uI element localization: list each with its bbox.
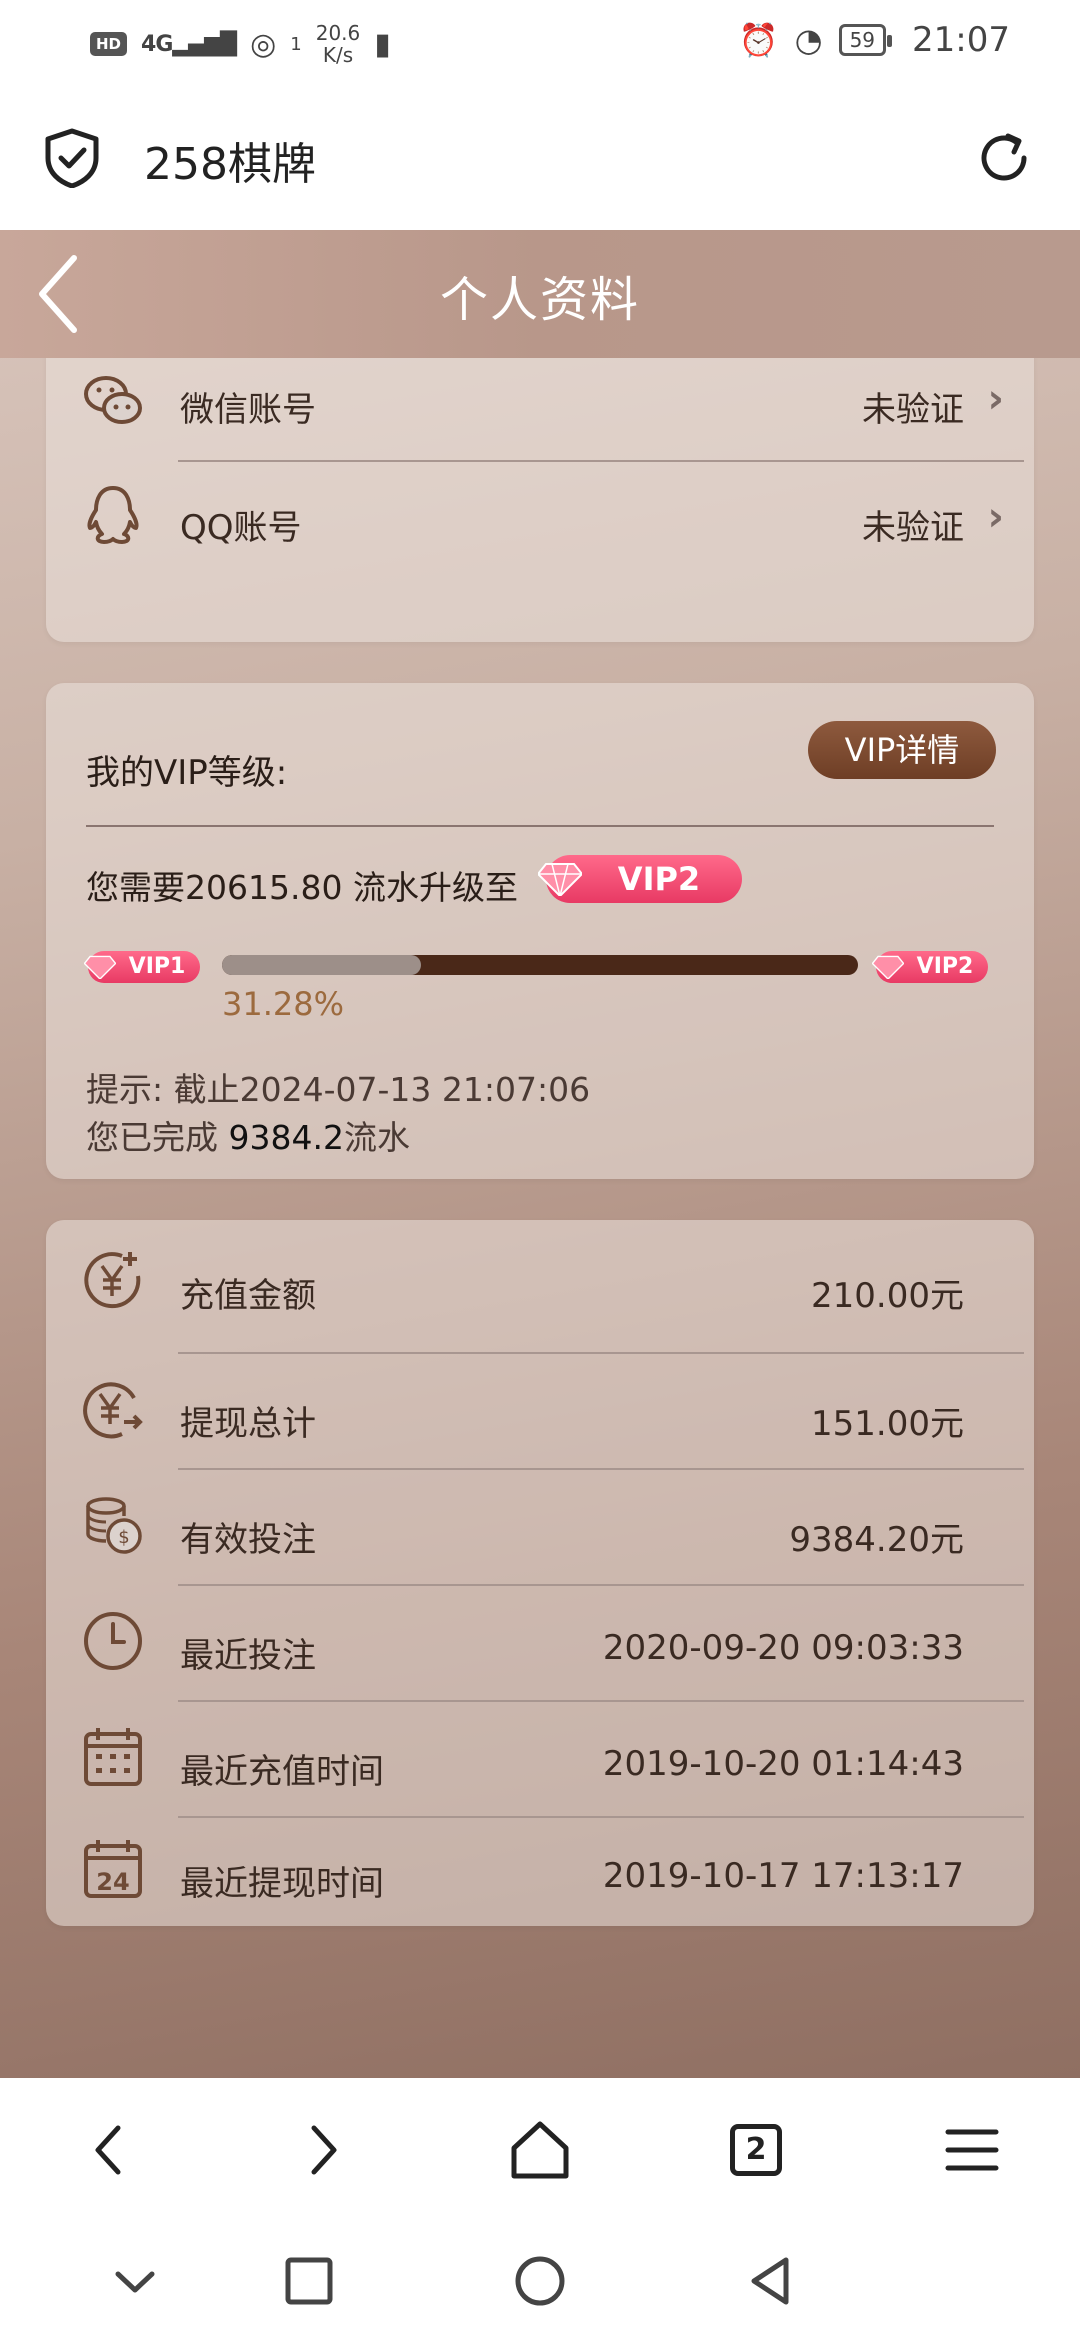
wechat-status: 未验证 [862, 390, 964, 430]
app-content: 个人资料 微信账号 未验证 › QQ账号 未验证 › 我的VIP等级: VIP详… [0, 230, 1080, 2078]
menu-icon[interactable] [932, 2110, 1012, 2190]
wechat-row[interactable]: 微信账号 未验证 › [46, 344, 1034, 460]
stat-row-valid-bet: $ 有效投注 9384.20元 [46, 1470, 1034, 1586]
gem-icon [872, 955, 904, 979]
stat-value: 2019-10-17 17:13:17 [602, 1856, 964, 1896]
hd-icon: HD [90, 32, 128, 56]
vip-need-text: 您需要20615.80 流水升级至 [86, 868, 518, 907]
vip-progress-percent: 31.28% [222, 985, 345, 1023]
shield-icon[interactable] [44, 128, 100, 188]
tip-suffix: 流水 [343, 1118, 410, 1157]
vip-detail-button[interactable]: VIP详情 [808, 721, 996, 779]
stat-label: 最近提现时间 [180, 1864, 384, 1904]
tab-count: 2 [745, 2132, 767, 2167]
vip-progress-bar [222, 955, 858, 975]
svg-text:$: $ [118, 1527, 129, 1548]
gem-icon [538, 863, 582, 896]
battery-level: 59 [849, 28, 876, 52]
browser-nav-bar: 2 [0, 2078, 1080, 2222]
tip-amount: 9384.2 [228, 1118, 344, 1157]
coins-icon: $ [86, 1497, 142, 1554]
signal-icon: 4G▂▄▆█ [141, 31, 237, 57]
net-speed-unit: K/s [322, 43, 354, 67]
app-header: 个人资料 [0, 230, 1080, 358]
calendar-icon [84, 1728, 142, 1786]
stat-label: 有效投注 [180, 1520, 316, 1560]
forward-icon[interactable] [284, 2110, 364, 2190]
sim-indicator: 1 [290, 33, 302, 55]
yuan-withdraw-icon [83, 1382, 143, 1439]
vip-tip-completed: 您已完成 9384.2流水 [86, 1111, 410, 1159]
vip-progress-fill [222, 955, 421, 975]
vip-current-badge: VIP1 [84, 951, 200, 983]
alarm-icon: ⏰ [738, 21, 779, 59]
back-triangle-icon[interactable] [736, 2246, 806, 2316]
vip-divider [86, 825, 994, 827]
stat-label: 最近投注 [180, 1636, 316, 1676]
chevron-right-icon: › [987, 376, 1004, 422]
net-speed-value: 20.6 [315, 21, 361, 45]
stat-label: 最近充值时间 [180, 1752, 384, 1792]
refresh-icon[interactable] [972, 126, 1036, 190]
network-type: 4G [141, 31, 173, 57]
hotspot-icon: ◎ [250, 26, 277, 62]
stat-value: 210.00元 [811, 1276, 964, 1316]
wechat-label: 微信账号 [180, 390, 316, 430]
vip-target-badge-text: VIP2 [617, 860, 701, 898]
stat-row-recharge: 充值金额 210.00元 [46, 1220, 1034, 1336]
status-left: HD 4G▂▄▆█ ◎ 1 20.6 K/s ▮ [90, 22, 391, 66]
net-speed: 20.6 K/s [316, 22, 361, 66]
system-nav-bar [0, 2222, 1080, 2340]
clock-icon [84, 1612, 142, 1670]
battery-icon: 59 [838, 24, 893, 56]
tabs-button[interactable]: 2 [716, 2110, 796, 2190]
stat-row-last-withdraw: 24 最近提现时间 2019-10-17 17:13:17 [46, 1818, 1034, 1926]
vip-next-badge-text: VIP2 [916, 954, 974, 979]
status-right: ⏰ ◔ 59 21:07 [739, 20, 1010, 60]
home-icon[interactable] [500, 2110, 580, 2190]
vip-tip-deadline: 提示: 截止2024-07-13 21:07:06 [86, 1070, 591, 1109]
vip-target-badge: VIP2 [538, 855, 742, 903]
calendar-24-icon: 24 [84, 1840, 142, 1898]
stat-row-last-bet: 最近投注 2020-09-20 09:03:33 [46, 1586, 1034, 1702]
chevron-right-icon: › [987, 494, 1004, 540]
browser-bar: 258棋牌 [0, 90, 1080, 230]
alert-icon: ▮ [374, 26, 391, 62]
home-circle-icon[interactable] [505, 2246, 575, 2316]
status-bar: HD 4G▂▄▆█ ◎ 1 20.6 K/s ▮ ⏰ ◔ 59 21:07 [0, 0, 1080, 90]
stat-row-last-recharge: 最近充值时间 2019-10-20 01:14:43 [46, 1702, 1034, 1818]
browser-title: 258棋牌 [144, 139, 316, 190]
stat-label: 提现总计 [180, 1404, 316, 1444]
qq-label: QQ账号 [180, 508, 302, 548]
vip-next-badge: VIP2 [872, 951, 988, 983]
gem-icon [84, 955, 116, 979]
chevron-down-icon[interactable] [100, 2246, 170, 2316]
qq-status: 未验证 [862, 508, 964, 548]
stat-value: 151.00元 [811, 1404, 964, 1444]
stat-row-withdraw: 提现总计 151.00元 [46, 1354, 1034, 1470]
stats-card: 充值金额 210.00元 提现总计 151.00元 $ 有效投注 9384.20… [46, 1220, 1034, 1926]
tabs-icon: 2 [730, 2124, 782, 2176]
tip-prefix: 您已完成 [86, 1118, 229, 1157]
vip-level-label: 我的VIP等级: [86, 753, 288, 793]
clock-time: 21:07 [912, 20, 1010, 60]
stat-value: 2020-09-20 09:03:33 [602, 1628, 964, 1668]
gauge-icon: ◔ [794, 21, 823, 59]
vip-card: 我的VIP等级: VIP详情 您需要20615.80 流水升级至 VIP2 VI… [46, 683, 1034, 1179]
recent-apps-icon[interactable] [274, 2246, 344, 2316]
wechat-icon [84, 376, 142, 424]
stat-value: 2019-10-20 01:14:43 [602, 1744, 964, 1784]
stat-label: 充值金额 [180, 1276, 316, 1316]
yuan-plus-icon [84, 1252, 141, 1309]
svg-text:24: 24 [96, 1868, 129, 1896]
qq-row[interactable]: QQ账号 未验证 › [46, 462, 1034, 578]
qq-icon [87, 486, 139, 544]
vip-current-badge-text: VIP1 [128, 954, 186, 979]
back-icon[interactable] [68, 2110, 148, 2190]
stat-value: 9384.20元 [789, 1520, 964, 1560]
page-title: 个人资料 [439, 272, 640, 328]
